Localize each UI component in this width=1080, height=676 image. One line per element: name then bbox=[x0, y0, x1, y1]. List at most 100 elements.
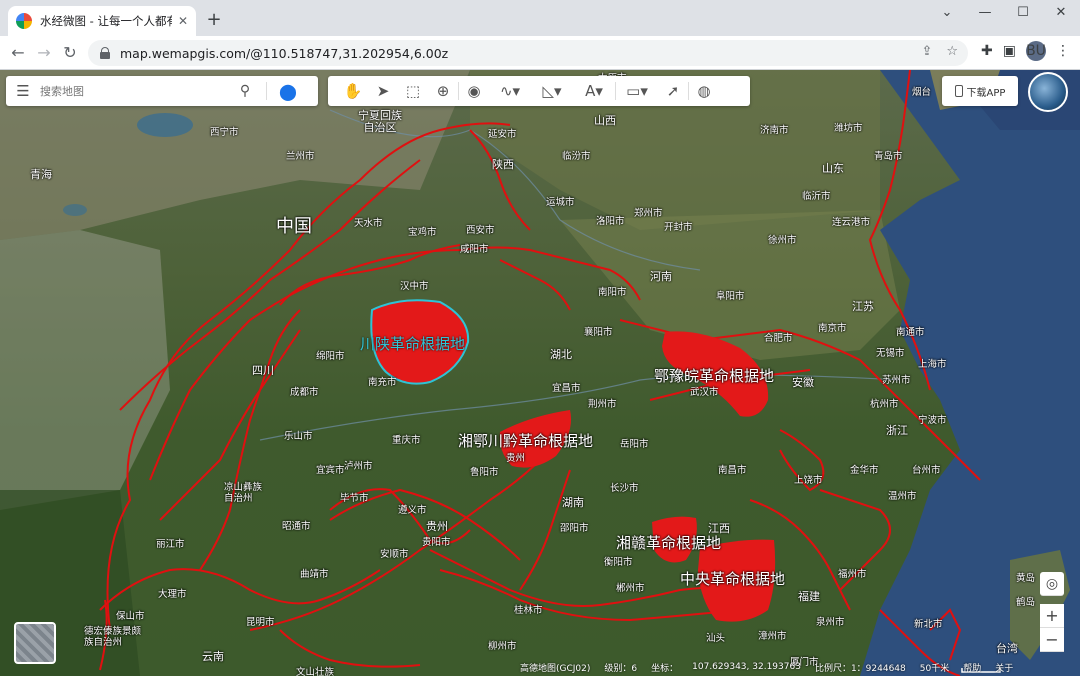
city-label: 南京市 bbox=[818, 323, 847, 334]
city-label: 天水市 bbox=[354, 218, 383, 229]
bookmark-star-icon[interactable]: ☆ bbox=[946, 44, 958, 59]
city-label: 上饶市 bbox=[794, 475, 823, 486]
city-label: 徐州市 bbox=[768, 235, 797, 246]
text-tool-icon[interactable]: A▾ bbox=[573, 82, 615, 100]
download-app-button[interactable]: 下载APP bbox=[942, 76, 1018, 106]
xiangechuanqian-base-label: 湘鄂川黔革命根据地 bbox=[458, 432, 594, 450]
city-label: 合肥市 bbox=[764, 333, 793, 344]
search-input[interactable] bbox=[40, 84, 230, 98]
city-label: 济南市 bbox=[760, 125, 789, 136]
reload-icon[interactable]: ↻ bbox=[58, 41, 82, 65]
kebab-menu-icon[interactable]: ⋮ bbox=[1056, 43, 1070, 59]
chevron-down-icon[interactable]: ⌄ bbox=[928, 0, 966, 30]
map-provider: 高德地图(GCJ02) bbox=[520, 663, 591, 674]
city-label: 荆州市 bbox=[588, 399, 617, 410]
layer-switch-button[interactable] bbox=[14, 622, 56, 664]
address-bar[interactable]: map.wemapgis.com/@110.518747,31.202954,6… bbox=[88, 40, 968, 66]
city-label: 武汉市 bbox=[690, 387, 719, 398]
province-label: 山西 bbox=[594, 114, 616, 127]
province-label: 福建 bbox=[798, 590, 820, 603]
city-label: 长沙市 bbox=[610, 483, 639, 494]
box-select-icon[interactable]: ⬚ bbox=[398, 82, 428, 100]
side-panel-icon[interactable]: ▣ bbox=[1003, 43, 1016, 59]
city-label: 临汾市 bbox=[562, 151, 591, 162]
browser-tab[interactable]: 水经微图 - 让每一个人都有自己 ✕ bbox=[8, 6, 196, 36]
city-label: 文山壮族 bbox=[296, 667, 335, 676]
city-label: 岳阳市 bbox=[620, 439, 649, 450]
globe-view-icon[interactable] bbox=[1028, 72, 1068, 112]
province-label: 河南 bbox=[650, 270, 672, 283]
measure-ruler-icon[interactable]: ▭▾ bbox=[616, 82, 658, 100]
tab-strip: 水经微图 - 让每一个人都有自己 ✕ + ⌄ — ☐ ✕ bbox=[0, 0, 1080, 36]
polygon-icon[interactable]: ◺▾ bbox=[531, 82, 573, 100]
province-label: 陕西 bbox=[492, 158, 514, 171]
minimize-icon[interactable]: — bbox=[966, 0, 1004, 30]
help-link[interactable]: 帮助 bbox=[963, 661, 981, 674]
province-label: 山东 bbox=[822, 162, 844, 175]
city-label: 柳州市 bbox=[488, 641, 517, 652]
tab-close-icon[interactable]: ✕ bbox=[178, 14, 188, 28]
select-arrow-icon[interactable]: ➤ bbox=[368, 82, 398, 100]
scale-text: 比例尺：1：9244648 bbox=[814, 663, 906, 674]
zoom-in-button[interactable]: + bbox=[1040, 604, 1064, 628]
search-icon[interactable]: ⚲ bbox=[230, 83, 260, 99]
city-label: 金华市 bbox=[850, 465, 879, 476]
phone-icon bbox=[954, 85, 963, 97]
city-label: 无锡市 bbox=[876, 348, 905, 359]
province-label: 云南 bbox=[202, 650, 224, 663]
back-arrow-icon[interactable]: ← bbox=[6, 41, 30, 65]
zoom-area-icon[interactable]: ⊕ bbox=[428, 82, 458, 100]
city-label: 延安市 bbox=[488, 129, 517, 140]
location-pin-icon[interactable]: ⬤ bbox=[273, 82, 303, 101]
city-label: 泉州市 bbox=[816, 617, 845, 628]
province-label: 安徽 bbox=[792, 376, 814, 389]
city-label: 汕头 bbox=[706, 633, 726, 644]
close-icon[interactable]: ✕ bbox=[1042, 0, 1080, 30]
profile-avatar[interactable]: BU bbox=[1026, 41, 1046, 61]
zoom-level: 级别：6 bbox=[604, 663, 638, 674]
city-label: 成都市 bbox=[290, 387, 319, 398]
city-label: 苏州市 bbox=[882, 375, 911, 386]
city-label: 福州市 bbox=[838, 569, 867, 580]
search-panel: ☰ ⚲ ⬤ bbox=[6, 76, 318, 106]
url-text[interactable]: map.wemapgis.com/@110.518747,31.202954,6… bbox=[120, 46, 448, 61]
menu-icon[interactable]: ☰ bbox=[6, 82, 40, 100]
city-label: 鹤岛 bbox=[1016, 597, 1036, 608]
city-label: 绵阳市 bbox=[316, 351, 345, 362]
polyline-icon[interactable]: ∿▾ bbox=[489, 82, 531, 100]
about-link[interactable]: 关于 bbox=[995, 661, 1013, 674]
lake-west bbox=[63, 204, 87, 216]
city-label: 宁波市 bbox=[918, 415, 947, 426]
province-label: 贵州 bbox=[426, 520, 448, 533]
province-label: 宁夏回族自治区 bbox=[358, 109, 402, 134]
forward-arrow-icon[interactable]: → bbox=[32, 41, 56, 65]
city-label: 宝鸡市 bbox=[408, 227, 437, 238]
extensions-puzzle-icon[interactable]: ✚ bbox=[981, 43, 993, 59]
province-label: 四川 bbox=[252, 364, 274, 377]
identify-cursor-icon[interactable]: ➚ bbox=[658, 82, 688, 100]
city-label: 西宁市 bbox=[210, 127, 239, 138]
pan-hand-icon[interactable]: ✋ bbox=[338, 82, 368, 100]
map-canvas[interactable]: 中国 川陕革命根据地 鄂豫皖革命根据地 湘鄂川黔革命根据地 湘赣革命根据地 中央… bbox=[0, 70, 1080, 676]
marker-icon[interactable]: ◉ bbox=[459, 82, 489, 100]
city-label: 郴州市 bbox=[616, 583, 645, 594]
tab-title: 水经微图 - 让每一个人都有自己 bbox=[40, 14, 172, 28]
city-label: 连云港市 bbox=[832, 217, 871, 228]
city-label: 青岛市 bbox=[874, 151, 903, 162]
city-label: 南昌市 bbox=[718, 465, 747, 476]
window-controls: ⌄ — ☐ ✕ bbox=[928, 0, 1080, 30]
new-tab-icon[interactable]: + bbox=[203, 9, 225, 30]
zoom-out-button[interactable]: − bbox=[1040, 628, 1064, 652]
city-label: 泸州市 bbox=[344, 461, 373, 472]
city-label: 温州市 bbox=[888, 491, 917, 502]
lock-icon bbox=[100, 47, 110, 59]
maximize-icon[interactable]: ☐ bbox=[1004, 0, 1042, 30]
city-label: 宜宾市 bbox=[316, 465, 345, 476]
city-label: 保山市 bbox=[116, 611, 145, 622]
city-label: 丽江市 bbox=[156, 539, 185, 550]
map-toolbar: ✋ ➤ ⬚ ⊕ ◉ ∿▾ ◺▾ A▾ ▭▾ ➚ ◍ bbox=[328, 76, 750, 106]
locate-icon[interactable]: ◎ bbox=[1040, 572, 1064, 596]
country-label: 中国 bbox=[276, 216, 312, 237]
globe-icon[interactable]: ◍ bbox=[689, 82, 719, 100]
share-icon[interactable]: ⇪ bbox=[921, 44, 932, 59]
